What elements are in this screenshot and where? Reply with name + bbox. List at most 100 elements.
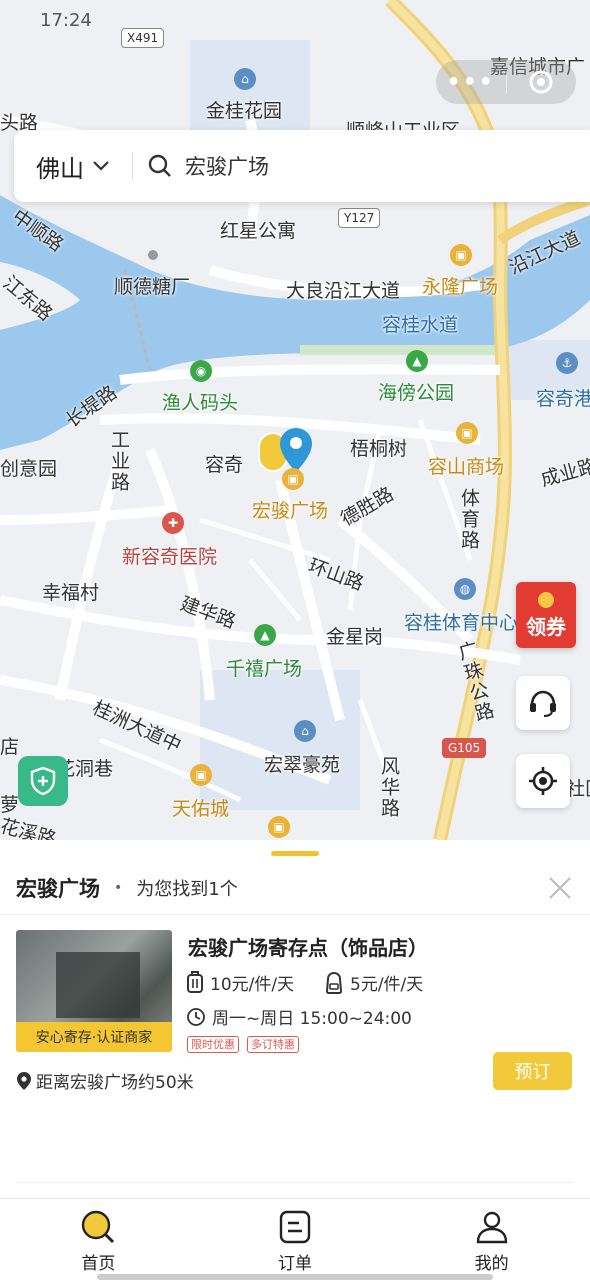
more-menu-button[interactable]: ••• — [436, 70, 506, 95]
tab-orders-label: 订单 — [278, 1254, 312, 1274]
customer-service-button[interactable] — [516, 676, 570, 730]
price-large-text: 10元/件/天 — [210, 975, 295, 995]
map-label-xingfucun: 幸福村 — [42, 582, 100, 604]
mall-poi-icon-2: ▣ — [456, 422, 478, 444]
map-label-jinxinggang: 金星岗 — [326, 626, 384, 648]
bottom-tab-bar: 首页 订单 我的 — [0, 1198, 590, 1280]
map-label-jinguihuayuan: 金桂花园 — [206, 100, 283, 122]
price-large-bag: 10元/件/天 — [186, 970, 294, 995]
map-label-wutongshu: 梧桐树 — [350, 438, 408, 460]
chevron-down-icon — [93, 161, 109, 171]
location-pin-icon[interactable] — [278, 426, 314, 474]
sheet-drag-handle[interactable] — [271, 851, 319, 856]
sheet-title: 宏骏广场 — [16, 877, 100, 901]
book-button[interactable]: 预订 — [493, 1052, 572, 1090]
promo-tags: 限时优惠 多订特惠 — [187, 1036, 299, 1053]
map-label-x491: X491 — [121, 28, 165, 48]
result-count: 为您找到1个 — [136, 879, 238, 900]
coupon-label: 领券 — [526, 615, 566, 639]
store-card[interactable]: 安心寄存·认证商家 宏骏广场寄存点（饰品店） 10元/件/天 5元/件/天 周一… — [0, 916, 590, 1183]
mall-poi-icon-3: ▣ — [282, 468, 304, 490]
miniprogram-capsule: ••• — [436, 60, 576, 104]
backpack-icon — [325, 971, 343, 994]
map-label-y127: Y127 — [338, 208, 381, 228]
home-indicator — [97, 1274, 493, 1280]
map-label-yurenmatou: 渔人码头 — [162, 392, 239, 414]
price-small-bag: 5元/件/天 — [324, 970, 423, 995]
shield-plus-icon — [30, 766, 56, 796]
store-distance: 距离宏骏广场约50米 — [16, 1068, 194, 1093]
tab-home[interactable]: 首页 — [0, 1199, 197, 1280]
tab-orders[interactable]: 订单 — [197, 1199, 394, 1280]
mall-poi-icon-5: ▣ — [268, 816, 290, 838]
map-label-chuangyiyuan: 创意园 — [0, 458, 58, 480]
park-poi-icon: ▲ — [406, 350, 428, 372]
map-label-xinrongqiyiyuan: 新容奇医院 — [122, 546, 218, 568]
headset-icon — [530, 690, 556, 717]
promo-tag: 限时优惠 — [187, 1036, 239, 1053]
search-bar: 佛山 宏骏广场 — [14, 130, 590, 202]
insurance-button[interactable] — [18, 756, 68, 806]
mall-poi-icon: ▣ — [450, 244, 472, 266]
map-label-gongyelu: 工业路 — [108, 430, 130, 493]
map-view[interactable]: 17:24 X491 ⌂ 金桂花园 顺峰山工业区 嘉信城市广 头路 Y127 红… — [0, 0, 590, 840]
sheet-dot: • — [114, 880, 123, 896]
city-label: 佛山 — [36, 154, 84, 183]
pier-poi-icon: ◉ — [190, 360, 212, 382]
factory-poi-icon — [148, 250, 158, 260]
map-label-tianyoucheng: 天佑城 — [172, 798, 230, 820]
map-label-qianxiguangchang: 千禧广场 — [226, 658, 303, 680]
promo-tag: 多订特惠 — [247, 1036, 299, 1053]
map-label-rongqi: 容奇 — [205, 454, 244, 476]
suitcase-icon — [187, 970, 203, 993]
locate-crosshair-icon — [529, 767, 557, 795]
residential-poi-icon: ⌂ — [234, 68, 256, 90]
stadium-poi-icon: ◍ — [454, 578, 476, 600]
residential-poi-icon-2: ⌂ — [294, 720, 316, 742]
location-pin-small-icon — [17, 1071, 31, 1090]
search-input[interactable]: 宏骏广场 — [133, 151, 269, 181]
hospital-poi-icon: ✚ — [162, 512, 184, 534]
close-icon[interactable] — [546, 874, 574, 902]
store-name: 宏骏广场寄存点（饰品店） — [188, 936, 428, 960]
distance-text: 距离宏骏广场约50米 — [36, 1073, 194, 1093]
mall-poi-icon-4: ▣ — [190, 764, 212, 786]
map-label-hongjunguangchang: 宏骏广场 — [252, 500, 329, 522]
map-label-g105: G105 — [442, 738, 487, 758]
city-selector[interactable]: 佛山 — [14, 149, 132, 184]
store-photo[interactable]: 安心寄存·认证商家 — [16, 930, 172, 1052]
map-label-tiyulu: 体育路 — [458, 488, 480, 551]
price-small-text: 5元/件/天 — [350, 975, 424, 995]
hours-text: 周一~周日 15:00~24:00 — [212, 1009, 412, 1029]
search-query: 宏骏广场 — [185, 155, 269, 179]
map-label-rongqigang: 容奇港 — [536, 388, 590, 410]
map-label-rongguitiyuzhongxin: 容桂体育中心 — [404, 612, 519, 634]
map-label-fenghualu: 风华路 — [378, 756, 400, 819]
certified-merchant-badge: 安心寄存·认证商家 — [16, 1022, 172, 1052]
tab-mine[interactable]: 我的 — [393, 1199, 590, 1280]
square-poi-icon: ▲ — [254, 624, 276, 646]
close-miniprogram-button[interactable] — [507, 69, 577, 95]
sheet-header: 宏骏广场 • 为您找到1个 — [16, 870, 576, 906]
user-icon — [476, 1211, 507, 1244]
locate-me-button[interactable] — [516, 754, 570, 808]
clock-icon — [187, 1007, 205, 1026]
map-label-hongxinggongyu: 红星公寓 — [220, 220, 297, 242]
sheet-divider — [0, 914, 590, 915]
coin-icon — [538, 592, 554, 608]
map-label-hongcuihaoyuan: 宏翠豪苑 — [264, 754, 341, 776]
store-photo-window — [56, 952, 140, 1018]
target-close-icon — [529, 70, 553, 94]
map-label-rongshanshangchang: 容山商场 — [428, 456, 505, 478]
port-poi-icon: ⚓ — [556, 352, 578, 374]
map-label-rongguishuidao: 容桂水道 — [382, 314, 459, 336]
coupon-button[interactable]: 领券 — [516, 582, 576, 648]
opening-hours: 周一~周日 15:00~24:00 — [186, 1004, 412, 1029]
map-label-yonglongguangchang: 永隆广场 — [422, 276, 499, 298]
map-label-dian: 店 — [0, 736, 20, 758]
search-home-icon — [82, 1210, 115, 1244]
tab-home-label: 首页 — [81, 1254, 116, 1274]
order-list-icon — [279, 1210, 311, 1244]
card-divider — [16, 1182, 574, 1183]
search-icon — [148, 154, 171, 177]
